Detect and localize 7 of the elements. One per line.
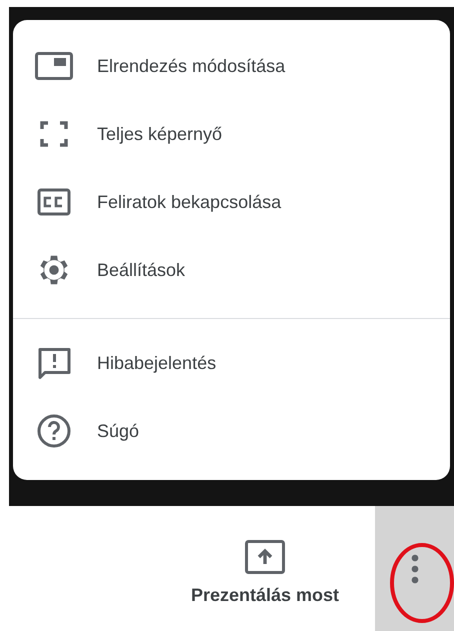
menu-item[interactable]: Beállítások [13,236,450,304]
present-now-button[interactable]: Prezentálás most [184,506,345,631]
menu-item[interactable]: Feliratok bekapcsolása [13,168,450,236]
menu-item[interactable]: Hibabejelentés [13,329,450,397]
menu-item[interactable]: Elrendezés módosítása [13,32,450,100]
menu-item[interactable]: Súgó [13,397,450,465]
menu-item[interactable]: Teljes képernyő [13,100,450,168]
